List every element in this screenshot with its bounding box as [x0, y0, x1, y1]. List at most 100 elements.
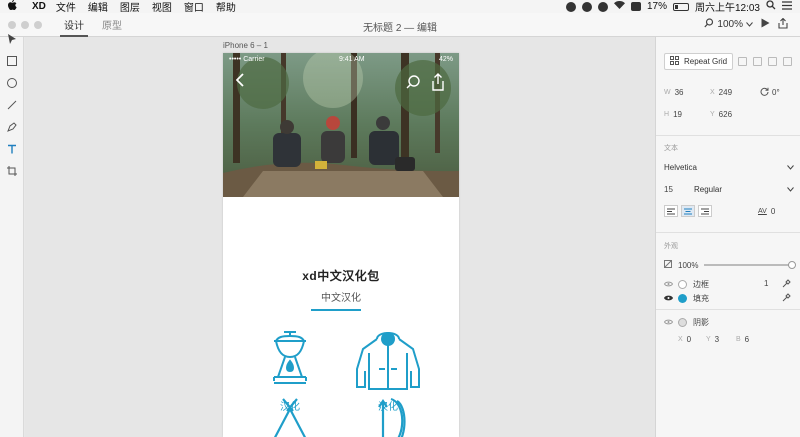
boolean-exclude-icon[interactable] [783, 57, 792, 66]
letter-spacing-key: AV [758, 208, 767, 215]
tab-prototype[interactable]: 原型 [102, 13, 122, 37]
ellipse-tool-icon[interactable] [6, 77, 18, 89]
rectangle-tool-icon[interactable] [6, 55, 18, 67]
wifi-icon[interactable] [613, 1, 625, 12]
boolean-add-icon[interactable] [738, 57, 747, 66]
align-center-button[interactable] [681, 205, 695, 217]
shadow-y-field[interactable]: Y3 [706, 335, 719, 344]
opacity-slider[interactable] [704, 261, 796, 269]
title-underline[interactable] [311, 309, 361, 311]
border-label: 边框 [693, 280, 709, 289]
app-menu[interactable]: XD [32, 1, 46, 12]
artboard-title[interactable]: xd中文汉化包 [223, 267, 459, 284]
zoom-window-button[interactable] [34, 20, 42, 29]
border-row[interactable]: 边框 [663, 279, 709, 290]
divider [656, 135, 800, 136]
menu-view[interactable]: 视图 [152, 0, 172, 14]
zoom-search-icon [704, 18, 714, 31]
battery-icon[interactable] [672, 2, 689, 11]
width-key: W [664, 89, 671, 96]
letter-spacing-field[interactable]: AV 0 [758, 207, 775, 216]
fill-row[interactable]: 填充 [663, 293, 709, 304]
letter-spacing-value: 0 [770, 207, 776, 216]
border-width-field[interactable]: 1 [764, 279, 768, 288]
shadow-blur-field[interactable]: B6 [736, 335, 749, 344]
status-icon[interactable] [581, 1, 592, 12]
menu-list-icon[interactable] [782, 0, 792, 13]
rotation-field[interactable]: 0° [760, 87, 780, 98]
share-icon[interactable] [778, 17, 788, 32]
play-icon[interactable] [761, 18, 770, 31]
tab-design[interactable]: 设计 [60, 13, 88, 37]
share-icon[interactable] [431, 73, 445, 94]
fill-swatch[interactable] [678, 294, 687, 303]
shadow-x-field[interactable]: X0 [678, 335, 691, 344]
rotate-icon [760, 87, 769, 98]
canvas[interactable]: iPhone 6 – 1 ••••• Carrier 9:41 AM 42% x… [25, 37, 655, 437]
menu-layer[interactable]: 图层 [120, 0, 140, 14]
appearance-section-title: 外观 [664, 243, 678, 250]
artboard-subtitle[interactable]: 中文汉化 [223, 289, 459, 304]
wechat-icon[interactable] [565, 1, 576, 12]
eye-icon[interactable] [663, 318, 674, 327]
shadow-blur-key: B [736, 336, 741, 343]
eye-icon[interactable] [663, 294, 674, 303]
eyedropper-icon[interactable] [782, 279, 791, 290]
y-field[interactable]: Y 626 [710, 110, 732, 119]
width-value: 36 [674, 88, 684, 97]
app5-icon[interactable] [630, 2, 641, 11]
border-width-value: 1 [764, 279, 769, 288]
align-right-button[interactable] [698, 205, 712, 217]
shadow-blur-value: 6 [744, 335, 750, 344]
opacity-slider-handle[interactable] [788, 261, 796, 269]
width-field[interactable]: W 36 [664, 88, 684, 97]
apple-icon[interactable] [8, 0, 22, 13]
minimize-window-button[interactable] [21, 20, 29, 29]
align-left-button[interactable] [664, 205, 678, 217]
zoom-control[interactable]: 100% [704, 18, 753, 31]
back-chevron-icon[interactable] [235, 73, 244, 92]
text-section-title: 文本 [664, 145, 678, 152]
pen-tool-icon[interactable] [6, 121, 18, 133]
height-key: H [664, 111, 670, 118]
artboard-label[interactable]: iPhone 6 – 1 [223, 41, 268, 50]
artboard-tool-icon[interactable] [6, 165, 18, 177]
eyedropper-icon[interactable] [782, 293, 791, 304]
shadow-y-key: Y [706, 336, 711, 343]
grid-item-bow[interactable] [343, 397, 433, 437]
line-tool-icon[interactable] [6, 99, 18, 111]
grid-item-tent[interactable] [245, 397, 335, 437]
shadow-row[interactable]: 阴影 [663, 317, 709, 328]
eye-icon[interactable] [663, 280, 674, 289]
select-tool-icon[interactable] [6, 33, 18, 45]
font-family-select[interactable]: Helvetica [664, 163, 794, 172]
text-tool-icon[interactable] [6, 143, 18, 155]
search-icon[interactable] [406, 75, 420, 92]
carrier-label: ••••• Carrier [229, 56, 265, 63]
divider [656, 232, 800, 233]
chevron-down-icon [746, 19, 753, 30]
boolean-subtract-icon[interactable] [753, 57, 762, 66]
menu-help[interactable]: 帮助 [216, 0, 236, 14]
property-inspector: Repeat Grid W 36 X 249 0° H 19 Y 626 文本 Helv… [655, 37, 800, 437]
search-icon[interactable] [766, 0, 776, 13]
jacket-icon [355, 332, 421, 394]
shadow-swatch[interactable] [678, 318, 687, 327]
font-size-field[interactable]: 15 [664, 185, 673, 194]
menu-window[interactable]: 窗口 [184, 0, 204, 14]
boolean-intersect-icon[interactable] [768, 57, 777, 66]
x-field[interactable]: X 249 [710, 88, 732, 97]
artboard[interactable]: ••••• Carrier 9:41 AM 42% xd中文汉化包 中文汉化 汉… [223, 53, 459, 437]
window-controls [8, 20, 42, 29]
font-weight-select[interactable]: Regular [694, 185, 794, 194]
qq-icon[interactable] [597, 1, 608, 12]
shadow-label: 阴影 [693, 318, 709, 327]
opacity-field[interactable]: 100% [664, 260, 698, 270]
hero-photo[interactable]: ••••• Carrier 9:41 AM 42% [223, 53, 459, 197]
close-window-button[interactable] [8, 20, 16, 29]
border-swatch[interactable] [678, 280, 687, 289]
artboard-nav [223, 73, 459, 93]
repeat-grid-button[interactable]: Repeat Grid [664, 53, 734, 70]
clock[interactable]: 周六上午12:03 [695, 0, 760, 14]
height-field[interactable]: H 19 [664, 110, 682, 119]
